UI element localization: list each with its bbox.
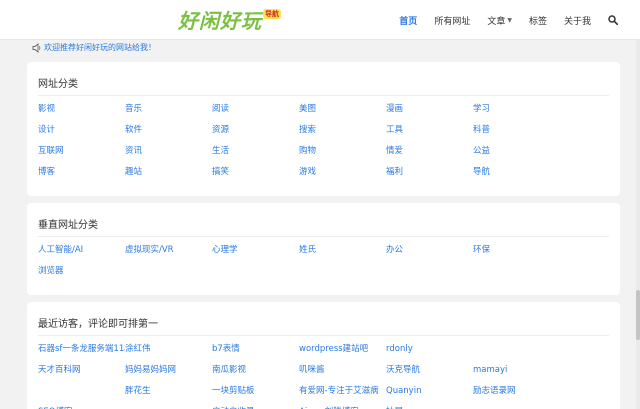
site-link[interactable]: 博客 <box>38 166 125 187</box>
site-link[interactable]: 有爱网-专注于艾滋病 <box>299 385 386 406</box>
speaker-icon <box>32 43 41 53</box>
section-site-categories: 网址分类 影视 音乐 阅读 美图 漫画 学习设计 软件 资源 搜索 工具 科普互联网 资讯 生活 购物 情爱… <box>27 62 620 196</box>
site-link[interactable]: 一块剪贴板 <box>212 385 299 406</box>
nav-item-tags[interactable]: 标签 <box>529 14 547 27</box>
site-link[interactable]: 环保 <box>473 244 560 265</box>
site-link[interactable]: wordpress建站吧 <box>299 343 386 364</box>
site-link[interactable]: 涂红伟 <box>125 343 212 364</box>
site-link[interactable]: b7表情 <box>212 343 299 364</box>
empty-cell <box>473 343 560 364</box>
nav-label: 首页 <box>399 16 418 27</box>
site-link[interactable]: 天才百科网 <box>38 364 125 385</box>
divider <box>38 335 609 336</box>
scrollbar-track[interactable] <box>636 40 640 409</box>
site-link[interactable]: 心理学 <box>212 244 299 265</box>
site-link[interactable]: 石器sf一条龙服务端11权游8 在线观看 <box>38 343 125 364</box>
site-link[interactable]: 资源 <box>212 124 299 145</box>
site-link[interactable]: 搜索 <box>299 124 386 145</box>
link-grid: 石器sf一条龙服务端11权游8 在线观看涂红伟b7表情wordpress建站吧r… <box>38 343 609 409</box>
site-link[interactable]: 福利 <box>386 166 473 187</box>
nav-item-articles[interactable]: 文章 ▼ <box>487 14 512 27</box>
scrollbar-thumb[interactable] <box>636 290 640 340</box>
site-link[interactable]: 学习 <box>473 103 560 124</box>
divider <box>38 95 609 96</box>
site-link[interactable]: 人工智能/AI <box>38 244 125 265</box>
site-link[interactable]: mamayi <box>473 364 560 385</box>
logo-tag: 导航 <box>263 9 281 19</box>
site-link[interactable]: 音乐 <box>125 103 212 124</box>
site-link[interactable]: 游戏 <box>299 166 386 187</box>
site-link[interactable]: 胖花生 <box>125 385 212 406</box>
section-vertical-categories: 垂直网址分类 人工智能/AI 虚拟现实/VR 心理学 姓氏 办公 环保浏览器 <box>27 203 620 295</box>
divider <box>38 236 609 237</box>
logo-text: 好闲好玩 <box>178 9 262 33</box>
site-link[interactable]: 生活 <box>212 145 299 166</box>
site-link[interactable]: 软件 <box>125 124 212 145</box>
site-link[interactable]: 阅读 <box>212 103 299 124</box>
nav-item-all-sites[interactable]: 所有网址 <box>434 14 470 27</box>
site-link[interactable]: 互联网 <box>38 145 125 166</box>
link-grid: 人工智能/AI 虚拟现实/VR 心理学 姓氏 办公 环保浏览器 <box>38 244 609 286</box>
link-grid: 影视 音乐 阅读 美图 漫画 学习设计 软件 资源 搜索 工具 科普互联网 资讯 生活 购物 情爱 公益博客趣… <box>38 103 609 187</box>
section-recent-visitors: 最近访客，评论即可排第一 石器sf一条龙服务端11权游8 在线观看涂红伟b7表情… <box>27 302 620 409</box>
site-link[interactable]: Quanyin <box>386 385 473 406</box>
site-link[interactable]: 资讯 <box>125 145 212 166</box>
site-link[interactable]: 情爱 <box>386 145 473 166</box>
empty-cell <box>38 385 125 406</box>
site-link[interactable]: 浏览器 <box>38 265 125 286</box>
site-link[interactable]: 妈妈易妈妈网 <box>125 364 212 385</box>
nav-label: 所有网址 <box>434 16 471 27</box>
nav-item-about[interactable]: 关于我 <box>564 14 591 27</box>
site-link[interactable]: 美图 <box>299 103 386 124</box>
site-link[interactable]: 虚拟现实/VR <box>125 244 212 265</box>
site-link[interactable]: 影视 <box>38 103 125 124</box>
notice-text: 欢迎推荐好闲好玩的网站给我！ <box>44 43 156 52</box>
search-icon[interactable] <box>608 15 618 25</box>
site-link[interactable]: 趣站 <box>125 166 212 187</box>
site-link[interactable]: 设计 <box>38 124 125 145</box>
site-link[interactable]: 购物 <box>299 145 386 166</box>
nav-label: 标签 <box>528 16 547 27</box>
site-link[interactable]: 励志语录网 <box>473 385 560 406</box>
site-link[interactable]: 办公 <box>386 244 473 265</box>
main-nav: 首页 所有网址 文章 ▼ 标签 关于我 <box>382 0 618 40</box>
site-link[interactable]: 科普 <box>473 124 560 145</box>
nav-label: 文章 <box>487 16 506 27</box>
section-title: 最近访客，评论即可排第一 <box>38 319 158 330</box>
top-bar: 好闲好玩 导航 首页 所有网址 文章 ▼ 标签 关于我 <box>0 0 640 40</box>
site-link[interactable]: 姓氏 <box>299 244 386 265</box>
site-link[interactable]: rdonly <box>386 343 473 364</box>
site-link[interactable]: 漫画 <box>386 103 473 124</box>
site-link[interactable]: 沃克导航 <box>386 364 473 385</box>
section-title: 网址分类 <box>38 79 78 90</box>
site-link[interactable]: 工具 <box>386 124 473 145</box>
site-link[interactable]: 叽咪酱 <box>299 364 386 385</box>
site-link[interactable]: 搞笑 <box>212 166 299 187</box>
notice-bar: 欢迎推荐好闲好玩的网站给我！ <box>32 43 156 53</box>
nav-label: 关于我 <box>563 16 591 27</box>
section-title: 垂直网址分类 <box>38 220 98 231</box>
site-link[interactable]: 导航 <box>473 166 560 187</box>
site-link[interactable]: 南瓜影视 <box>212 364 299 385</box>
caret-down-icon: ▼ <box>507 16 512 24</box>
site-link[interactable]: 公益 <box>473 145 560 166</box>
site-logo[interactable]: 好闲好玩 导航 <box>178 6 281 34</box>
nav-item-home[interactable]: 首页 <box>399 14 417 27</box>
